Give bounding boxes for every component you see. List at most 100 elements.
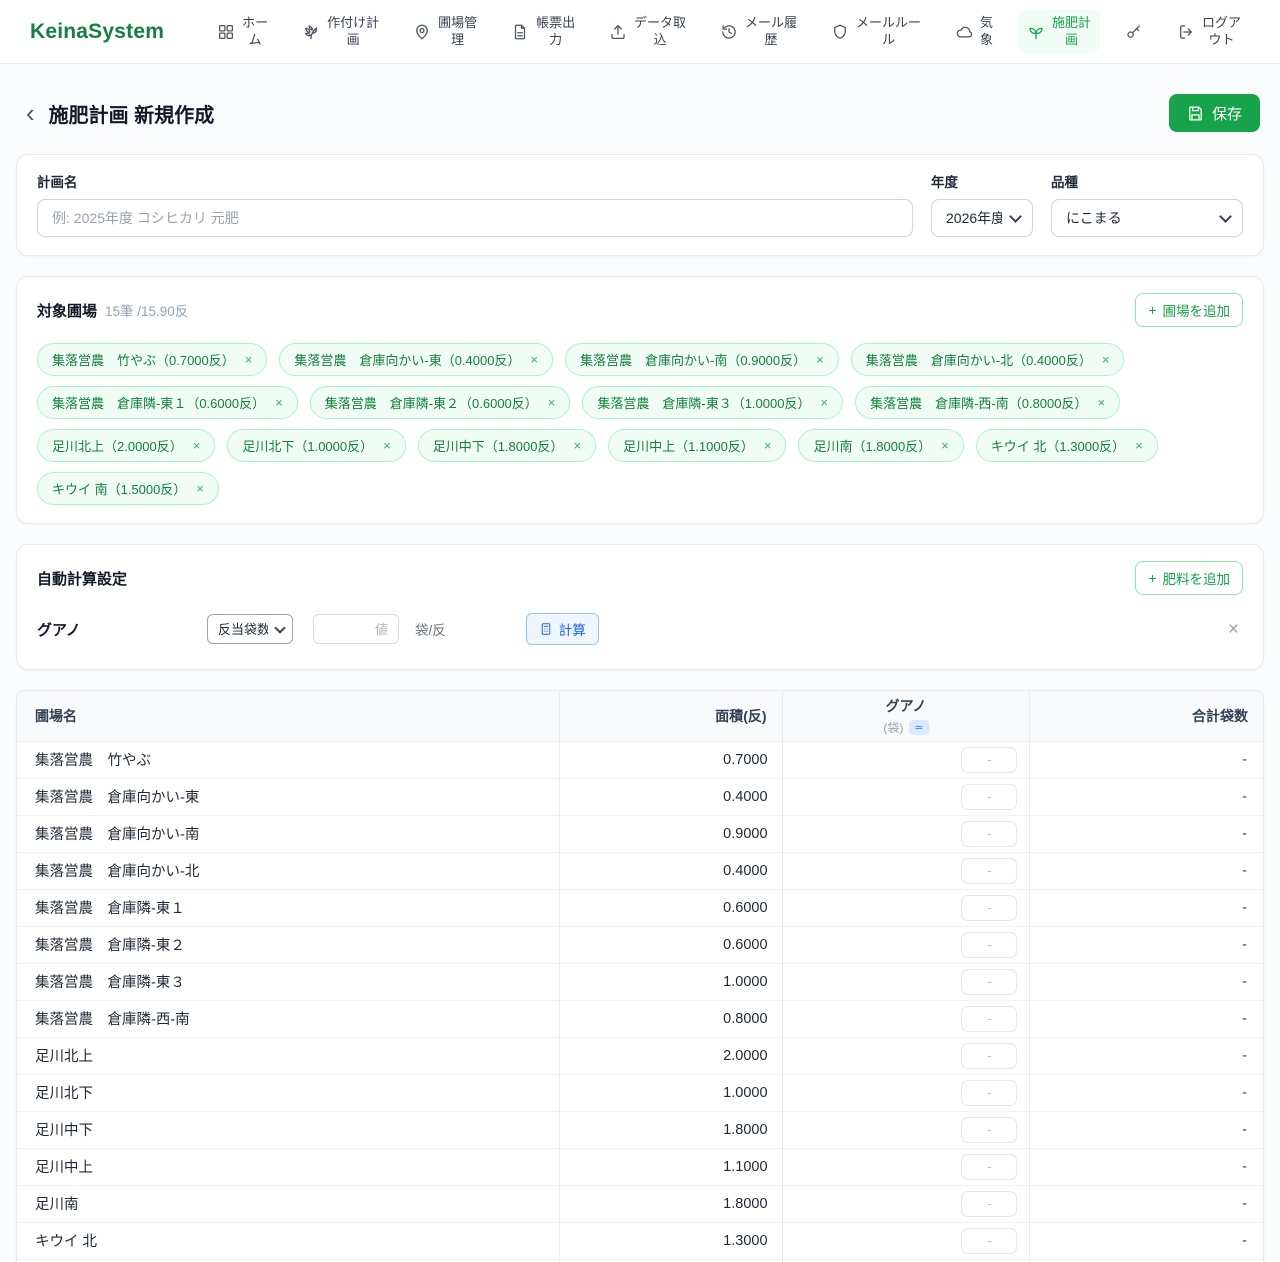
nav-item-grid[interactable]: ホー ム [208,10,277,54]
fertilizer-column-unit: (袋) [883,719,903,736]
page-title: 施肥計画 新規作成 [49,99,215,128]
calc-value-input[interactable] [313,614,399,644]
chip-remove-icon[interactable]: × [548,395,556,410]
field-name-cell: 集落営農 竹やぶ [17,741,559,778]
field-name-cell: 集落営農 倉庫隣-東２ [17,926,559,963]
total-bags-cell: - [1030,889,1263,926]
table-row: 足川中上1.1000- [17,1148,1263,1185]
field-name-cell: キウイ 北 [17,1222,559,1259]
field-name-cell: 集落営農 倉庫向かい-南 [17,815,559,852]
total-bags-cell: - [1030,963,1263,1000]
fertilizer-amount-input[interactable] [961,858,1017,884]
fertilizer-amount-input[interactable] [961,1006,1017,1032]
chip-remove-icon[interactable]: × [275,395,283,410]
col-header-area: 面積(反) [559,691,782,741]
variety-select[interactable]: にこまる [1051,199,1243,237]
chip-remove-icon[interactable]: × [764,438,772,453]
chip-remove-icon[interactable]: × [820,395,828,410]
chip-remove-icon[interactable]: × [1102,352,1110,367]
year-field-group: 年度 2026年度 [931,171,1033,237]
field-name-cell: 足川中下 [17,1111,559,1148]
nav-item-cloud[interactable]: 気 象 [946,10,1002,54]
fertilizer-cell [782,1074,1030,1111]
table-row: 足川中下1.8000- [17,1111,1263,1148]
area-cell: 0.6000 [559,926,782,963]
nav-item-label: ログア ウト [1202,15,1241,49]
field-chip: 集落営農 倉庫隣-東２（0.6000反）× [310,386,571,419]
file-icon [511,23,529,41]
fertilizer-amount-input[interactable] [961,747,1017,773]
year-select[interactable]: 2026年度 [931,199,1033,237]
calculate-button[interactable]: 計算 [526,613,599,645]
table-row: 集落営農 倉庫隣-東２0.6000- [17,926,1263,963]
fertilizer-amount-input[interactable] [961,1154,1017,1180]
nav-item-file[interactable]: 帳票出 力 [502,10,584,54]
nav-item-history[interactable]: メール履 歴 [711,10,806,54]
col-header-field-name: 圃場名 [17,691,559,741]
chip-remove-icon[interactable]: × [193,438,201,453]
fertilizer-amount-input[interactable] [961,784,1017,810]
fertilizer-amount-input[interactable] [961,821,1017,847]
add-field-button[interactable]: + 圃場を追加 [1135,293,1243,327]
app-header: KeinaSystem ホー ム作付け計 画圃場管 理帳票出 力データ取 込メー… [0,0,1280,64]
nav-item-logout[interactable]: ログア ウト [1168,10,1250,54]
field-chip: 足川南（1.8000反） × [798,429,963,462]
fertilizer-amount-input[interactable] [961,1117,1017,1143]
remove-fertilizer-icon[interactable]: × [1228,620,1243,639]
calc-method-select[interactable]: 反当袋数 [207,614,293,644]
area-cell: 1.3000 [559,1222,782,1259]
save-button[interactable]: 保存 [1169,94,1260,132]
chip-remove-icon[interactable]: × [245,352,253,367]
nav-item-wheat[interactable]: 作付け計 画 [293,10,388,54]
chip-remove-icon[interactable]: × [530,352,538,367]
table-row: 集落営農 倉庫向かい-南0.9000- [17,815,1263,852]
chip-remove-icon[interactable]: × [196,481,204,496]
plan-name-input[interactable] [37,199,913,237]
chip-remove-icon[interactable]: × [1135,438,1143,453]
chip-remove-icon[interactable]: × [573,438,581,453]
fertilizer-amount-input[interactable] [961,1043,1017,1069]
total-bags-cell: - [1030,1185,1263,1222]
table-row: 足川北下1.0000- [17,1074,1263,1111]
table-row: 集落営農 倉庫隣-西-南0.8000- [17,1000,1263,1037]
nav-item-key[interactable] [1116,18,1152,46]
field-chip: キウイ 北（1.3000反）× [976,429,1158,462]
field-chip: 集落営農 倉庫隣-東１（0.6000反）× [37,386,298,419]
field-chip-label: 集落営農 竹やぶ（0.7000反） [52,350,235,369]
nav-item-sprout[interactable]: 施肥計 画 [1018,10,1100,54]
fertilizer-name: グアノ [37,619,207,640]
fertilizer-amount-input[interactable] [961,969,1017,995]
field-chip-label: 足川南（1.8000反） [813,436,931,455]
nav-item-label: 圃場管 理 [438,15,477,49]
chip-remove-icon[interactable]: × [816,352,824,367]
grid-icon [217,23,235,41]
field-chip: 足川北上（2.0000反）× [37,429,215,462]
nav-item-label: 気 象 [980,15,993,49]
total-bags-cell: - [1030,1222,1263,1259]
auto-calc-title: 自動計算設定 [37,568,127,589]
fertilizer-amount-input[interactable] [961,1080,1017,1106]
area-cell: 1.0000 [559,1074,782,1111]
table-row: 足川北上2.0000- [17,1037,1263,1074]
table-row: 集落営農 竹やぶ0.7000- [17,741,1263,778]
nav-item-label: 帳票出 力 [536,15,575,49]
chip-remove-icon[interactable]: × [383,438,391,453]
fertilizer-amount-input[interactable] [961,1228,1017,1254]
area-cell: 1.0000 [559,963,782,1000]
calculator-icon [539,622,553,636]
nav-item-upload[interactable]: データ取 込 [600,10,695,54]
nav-item-label: データ取 込 [634,15,686,49]
nav-item-pin[interactable]: 圃場管 理 [404,10,486,54]
field-name-cell: 足川南 [17,1185,559,1222]
add-fertilizer-button[interactable]: + 肥料を追加 [1135,561,1243,595]
chip-remove-icon[interactable]: × [1097,395,1105,410]
fertilizer-amount-input[interactable] [961,895,1017,921]
fertilizer-amount-input[interactable] [961,932,1017,958]
back-button[interactable]: ‹ [26,100,35,126]
nav-item-shield[interactable]: メールルー ル [822,10,930,54]
fertilizer-amount-input[interactable] [961,1191,1017,1217]
chip-remove-icon[interactable]: × [941,438,949,453]
plus-icon: + [1148,303,1156,317]
app-logo[interactable]: KeinaSystem [30,20,164,44]
fertilizer-cell [782,1000,1030,1037]
